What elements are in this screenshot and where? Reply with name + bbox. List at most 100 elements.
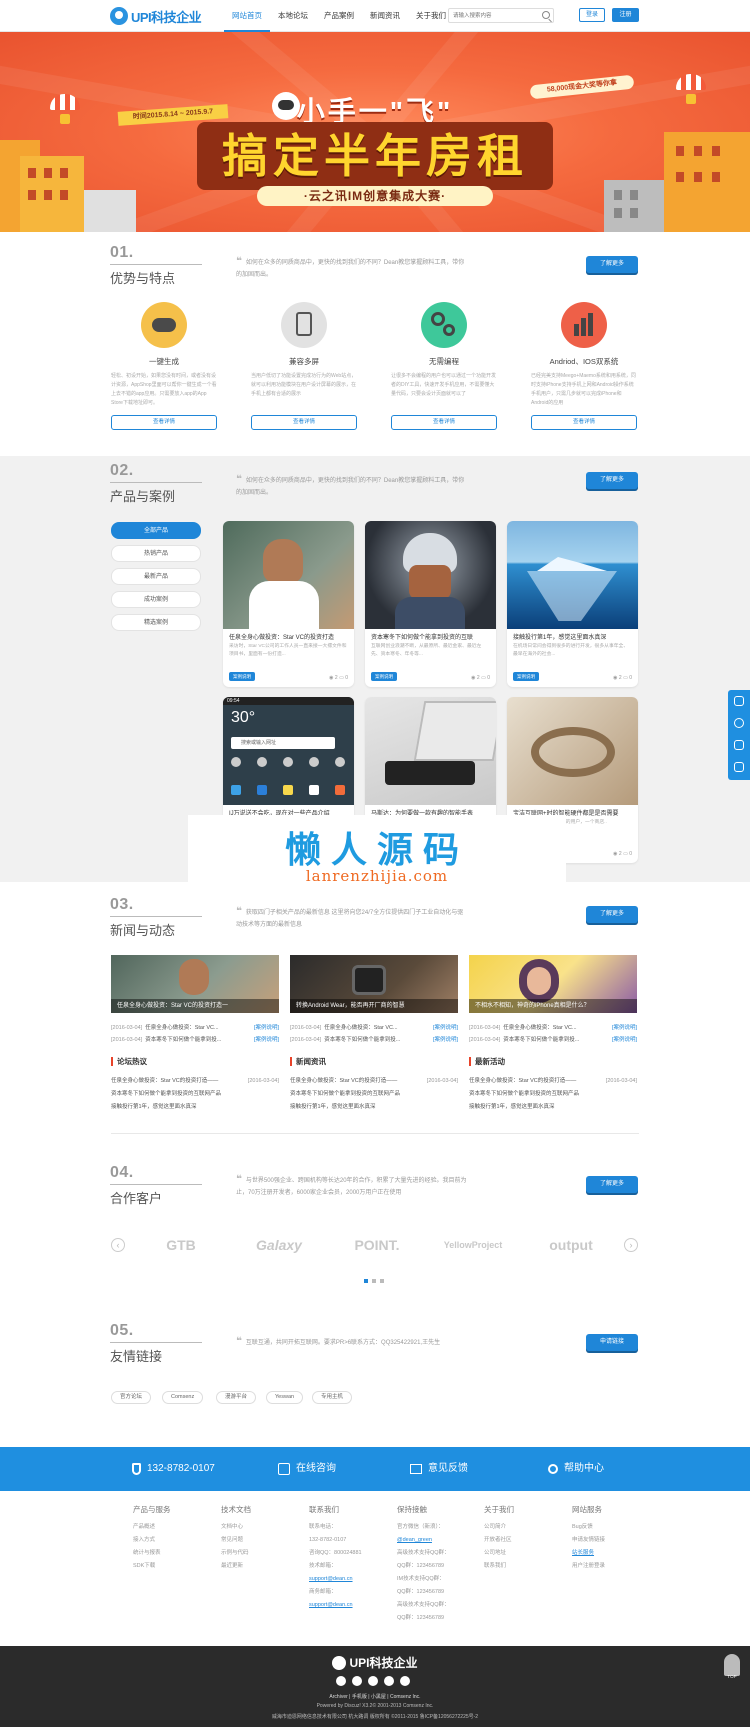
- phone-icon[interactable]: [734, 740, 744, 750]
- footer-email-link[interactable]: support@dean.cn: [309, 1573, 379, 1586]
- footer-link[interactable]: 文档中心: [221, 1521, 291, 1534]
- partner-logo[interactable]: YellowProject: [428, 1229, 518, 1261]
- footer-link[interactable]: 用户注册登录: [572, 1560, 642, 1573]
- partner-logo[interactable]: POINT.: [332, 1229, 422, 1261]
- carousel-dot[interactable]: [380, 1279, 384, 1283]
- qq-icon[interactable]: [734, 696, 744, 706]
- view-details-button[interactable]: 查看详情: [111, 415, 217, 430]
- footer-link[interactable]: 统计与报表: [133, 1547, 203, 1560]
- list-item[interactable]: 任泉全身心做投资：Star VC的投资打造—— [2016-03-04]: [111, 1075, 279, 1087]
- footer-logo[interactable]: UPI科技企业: [0, 1654, 750, 1671]
- carousel-dot[interactable]: [372, 1279, 376, 1283]
- friend-link[interactable]: Comsenz: [162, 1391, 204, 1404]
- footer-link[interactable]: 站长服务: [572, 1547, 642, 1560]
- qzone-icon[interactable]: [384, 1676, 394, 1686]
- category-featured[interactable]: 精选案例: [111, 614, 201, 631]
- nav-news[interactable]: 新闻资讯: [362, 0, 408, 32]
- footer-link[interactable]: 公司简介: [484, 1521, 554, 1534]
- view-details-button[interactable]: 查看详情: [391, 415, 497, 430]
- qrcode-icon[interactable]: [734, 762, 744, 772]
- friend-link[interactable]: Yeswan: [266, 1391, 304, 1404]
- list-item[interactable]: 资本寒冬下如何做个能拿到投资的互联网产品: [290, 1088, 458, 1100]
- footer-link[interactable]: 联系我们: [484, 1560, 554, 1573]
- news-row[interactable]: [2016-03-04] 资本寒冬下如何做个能拿到投... [案例说明]: [290, 1035, 458, 1045]
- partner-logo[interactable]: GTB: [136, 1229, 226, 1261]
- list-item[interactable]: 资本寒冬下如何做个能拿到投资的互联网产品: [469, 1088, 637, 1100]
- carousel-prev-icon[interactable]: ‹: [111, 1238, 125, 1252]
- category-all[interactable]: 全部产品: [111, 522, 201, 539]
- news-row[interactable]: [2016-03-04] 任泉全身心做投资：Star VC... [案例说明]: [469, 1023, 637, 1033]
- news-featured[interactable]: 任泉全身心做投资：Star VC的投资打造一: [111, 955, 279, 1013]
- footer-link[interactable]: 开放者社区: [484, 1534, 554, 1547]
- nav-home[interactable]: 网站首页: [224, 0, 270, 32]
- learn-more-button[interactable]: 了解更多: [586, 1176, 638, 1193]
- contact-help[interactable]: 帮助中心: [548, 1447, 604, 1491]
- footer-link[interactable]: SDK下载: [133, 1560, 203, 1573]
- search-input[interactable]: [449, 9, 537, 22]
- apply-link-button[interactable]: 申请链接: [586, 1334, 638, 1351]
- product-tag[interactable]: 案例说明: [229, 672, 255, 681]
- weibo-icon[interactable]: [336, 1676, 346, 1686]
- category-hot[interactable]: 热销产品: [111, 545, 201, 562]
- product-card[interactable]: 资本寒冬下如何做个能拿到投资的互联 互联网创业浪潮不断，从最原所、最近金家、最近…: [365, 521, 496, 687]
- list-item[interactable]: 资本寒冬下如何做个能拿到投资的互联网产品: [111, 1088, 279, 1100]
- carousel-dot[interactable]: [364, 1279, 368, 1283]
- news-featured[interactable]: 转换Android Wear，能否再开厂商的智慧: [290, 955, 458, 1013]
- qq-icon[interactable]: [352, 1676, 362, 1686]
- news-featured[interactable]: 不相水不相知，神奇的iPhone真相是什么？: [469, 955, 637, 1013]
- rss-icon[interactable]: [400, 1676, 410, 1686]
- partner-logo[interactable]: Galaxy: [234, 1229, 324, 1261]
- footer-link[interactable]: 公司地址: [484, 1547, 554, 1560]
- category-success[interactable]: 成功案例: [111, 591, 201, 608]
- contact-phone[interactable]: 132-8782-0107: [132, 1447, 215, 1491]
- learn-more-button[interactable]: 了解更多: [586, 906, 638, 923]
- learn-more-button[interactable]: 了解更多: [586, 472, 638, 489]
- news-row[interactable]: [2016-03-04] 任泉全身心做投资：Star VC... [案例说明]: [290, 1023, 458, 1033]
- list-item[interactable]: 任泉全身心做投资：Star VC的投资打造—— [2016-03-04]: [469, 1075, 637, 1087]
- footer-link[interactable]: Bug反馈: [572, 1521, 642, 1534]
- footer-link[interactable]: 申请友情链接: [572, 1534, 642, 1547]
- news-column-title[interactable]: 新闻资讯: [290, 1057, 326, 1066]
- wechat-icon[interactable]: [368, 1676, 378, 1686]
- list-item[interactable]: 接触投行第1年，感觉这里面水真深: [111, 1101, 279, 1113]
- carousel-next-icon[interactable]: ›: [624, 1238, 638, 1252]
- list-item[interactable]: 接触投行第1年，感觉这里面水真深: [290, 1101, 458, 1113]
- footer-link[interactable]: 示例与代码: [221, 1547, 291, 1560]
- footer-weibo-link[interactable]: @dean_green: [397, 1534, 467, 1547]
- footer-link[interactable]: 最近更新: [221, 1560, 291, 1573]
- product-tag[interactable]: 案例说明: [371, 672, 397, 681]
- news-column-title[interactable]: 最新活动: [469, 1057, 505, 1066]
- login-button[interactable]: 登录: [579, 8, 605, 22]
- news-row[interactable]: [2016-03-04] 任泉全身心做投资：Star VC... [案例说明]: [111, 1023, 279, 1033]
- product-tag[interactable]: 案例说明: [513, 672, 539, 681]
- category-new[interactable]: 最新产品: [111, 568, 201, 585]
- view-details-button[interactable]: 查看详情: [251, 415, 357, 430]
- nav-forum[interactable]: 本地论坛: [270, 0, 316, 32]
- product-card[interactable]: 接触投行第1年，感觉这里面水真深 在机场日常间会得到很多的进行开发，很多从事年全…: [507, 521, 638, 687]
- friend-link[interactable]: 专用主机: [312, 1391, 353, 1404]
- view-details-button[interactable]: 查看详情: [531, 415, 637, 430]
- back-to-top-button[interactable]: TOP: [720, 1650, 744, 1682]
- contact-online[interactable]: 在线咨询: [278, 1447, 336, 1491]
- footer-link[interactable]: 接入方式: [133, 1534, 203, 1547]
- learn-more-button[interactable]: 了解更多: [586, 256, 638, 273]
- contact-feedback[interactable]: 意见反馈: [410, 1447, 468, 1491]
- list-item[interactable]: 任泉全身心做投资：Star VC的投资打造—— [2016-03-04]: [290, 1075, 458, 1087]
- footer-link[interactable]: 产品概述: [133, 1521, 203, 1534]
- support-icon[interactable]: [734, 718, 744, 728]
- list-item[interactable]: 接触投行第1年，感觉这里面水真深: [469, 1101, 637, 1113]
- footer-links[interactable]: Archiver | 手机版 | 小黑屋 | Comsenz Inc.: [0, 1693, 750, 1700]
- news-column-title[interactable]: 论坛热议: [111, 1057, 147, 1066]
- friend-link[interactable]: 漫游平台: [216, 1391, 257, 1404]
- register-button[interactable]: 注册: [612, 8, 639, 22]
- nav-products[interactable]: 产品案例: [316, 0, 362, 32]
- news-row[interactable]: [2016-03-04] 资本寒冬下如何做个能拿到投... [案例说明]: [111, 1035, 279, 1045]
- footer-email-link[interactable]: support@dean.cn: [309, 1599, 379, 1612]
- partner-logo[interactable]: output: [526, 1229, 616, 1261]
- news-row[interactable]: [2016-03-04] 资本寒冬下如何做个能拿到投... [案例说明]: [469, 1035, 637, 1045]
- site-logo[interactable]: UPI科技企业: [110, 5, 202, 27]
- footer-link[interactable]: 常见问题: [221, 1534, 291, 1547]
- product-card[interactable]: 任泉全身心做投资：Star VC的投资打造 采访时，Star VC公司的工作人员…: [223, 521, 354, 687]
- friend-link[interactable]: 官方论坛: [111, 1391, 152, 1404]
- search-icon[interactable]: [542, 11, 550, 19]
